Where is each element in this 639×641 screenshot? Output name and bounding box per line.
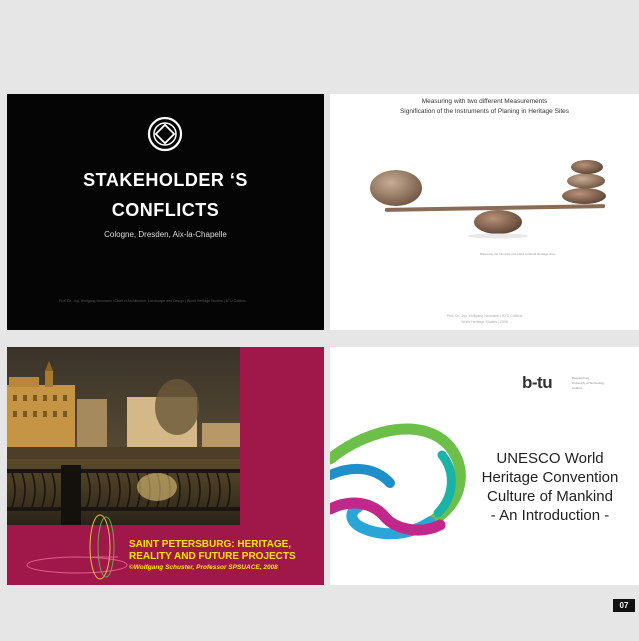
slide-title-line4: - An Introduction - bbox=[490, 507, 610, 524]
slide-title-line1: UNESCO World bbox=[496, 450, 604, 467]
page-number: 07 bbox=[613, 599, 635, 612]
slide-measuring[interactable]: Measuring with two different Measurement… bbox=[330, 94, 639, 330]
slide-title-line1: STAKEHOLDER ‘S bbox=[83, 170, 248, 190]
slide-unesco-intro[interactable]: b-tu Brandenburg University of Technolog… bbox=[330, 347, 639, 585]
slide-title-line1: Measuring with two different Measurement… bbox=[421, 98, 548, 105]
colorful-ribbon-loop-icon bbox=[330, 423, 466, 540]
btu-logo-small3: Cottbus bbox=[572, 386, 583, 390]
slide-title-line2: CONFLICTS bbox=[111, 200, 220, 220]
btu-logo-small1: Brandenburg bbox=[572, 376, 590, 380]
slide-title-line2: Heritage Convention bbox=[481, 469, 619, 486]
slide-saint-petersburg[interactable]: SAINT PETERSBURG: HERITAGE, REALITY AND … bbox=[7, 347, 324, 585]
city-riverfront-photo-icon bbox=[7, 347, 240, 525]
slide-credit: ©Wolfgang Schuster, Professor SPSUACE, 2… bbox=[129, 564, 278, 571]
slide-footer-line1: Prof. Dr. -Ing. Wolfgang Neumann | BTU C… bbox=[446, 314, 523, 318]
slide-title-line1: SAINT PETERSBURG: HERITAGE, bbox=[129, 539, 292, 550]
slide-subtitle: Cologne, Dresden, Aix-la-Chapelle bbox=[104, 230, 227, 239]
decorative-rings-icon bbox=[26, 514, 128, 580]
slide-stakeholder-conflicts[interactable]: STAKEHOLDER ‘S CONFLICTS Cologne, Dresde… bbox=[7, 94, 324, 330]
slide-title-line2: REALITY AND FUTURE PROJECTS bbox=[129, 551, 296, 562]
slide-title-line3: Culture of Mankind bbox=[487, 488, 613, 505]
slide-footer: Prof. Dr. -Ing. Wolfgang Neumann | Chair… bbox=[59, 299, 246, 303]
slide-footer-line2: World Heritage Studies | 2008 bbox=[461, 320, 508, 324]
btu-logo-text: b-tu bbox=[522, 373, 553, 392]
image-caption: Balancing the interests and plans at Wor… bbox=[480, 252, 556, 256]
btu-logo-small2: University of Technology bbox=[572, 381, 605, 385]
balance-stones-icon bbox=[370, 160, 606, 239]
slide-title-line2: Signification of the Instruments of Plan… bbox=[399, 108, 570, 115]
world-heritage-emblem-icon bbox=[147, 116, 183, 152]
btu-logo: b-tu Brandenburg University of Technolog… bbox=[522, 373, 622, 397]
